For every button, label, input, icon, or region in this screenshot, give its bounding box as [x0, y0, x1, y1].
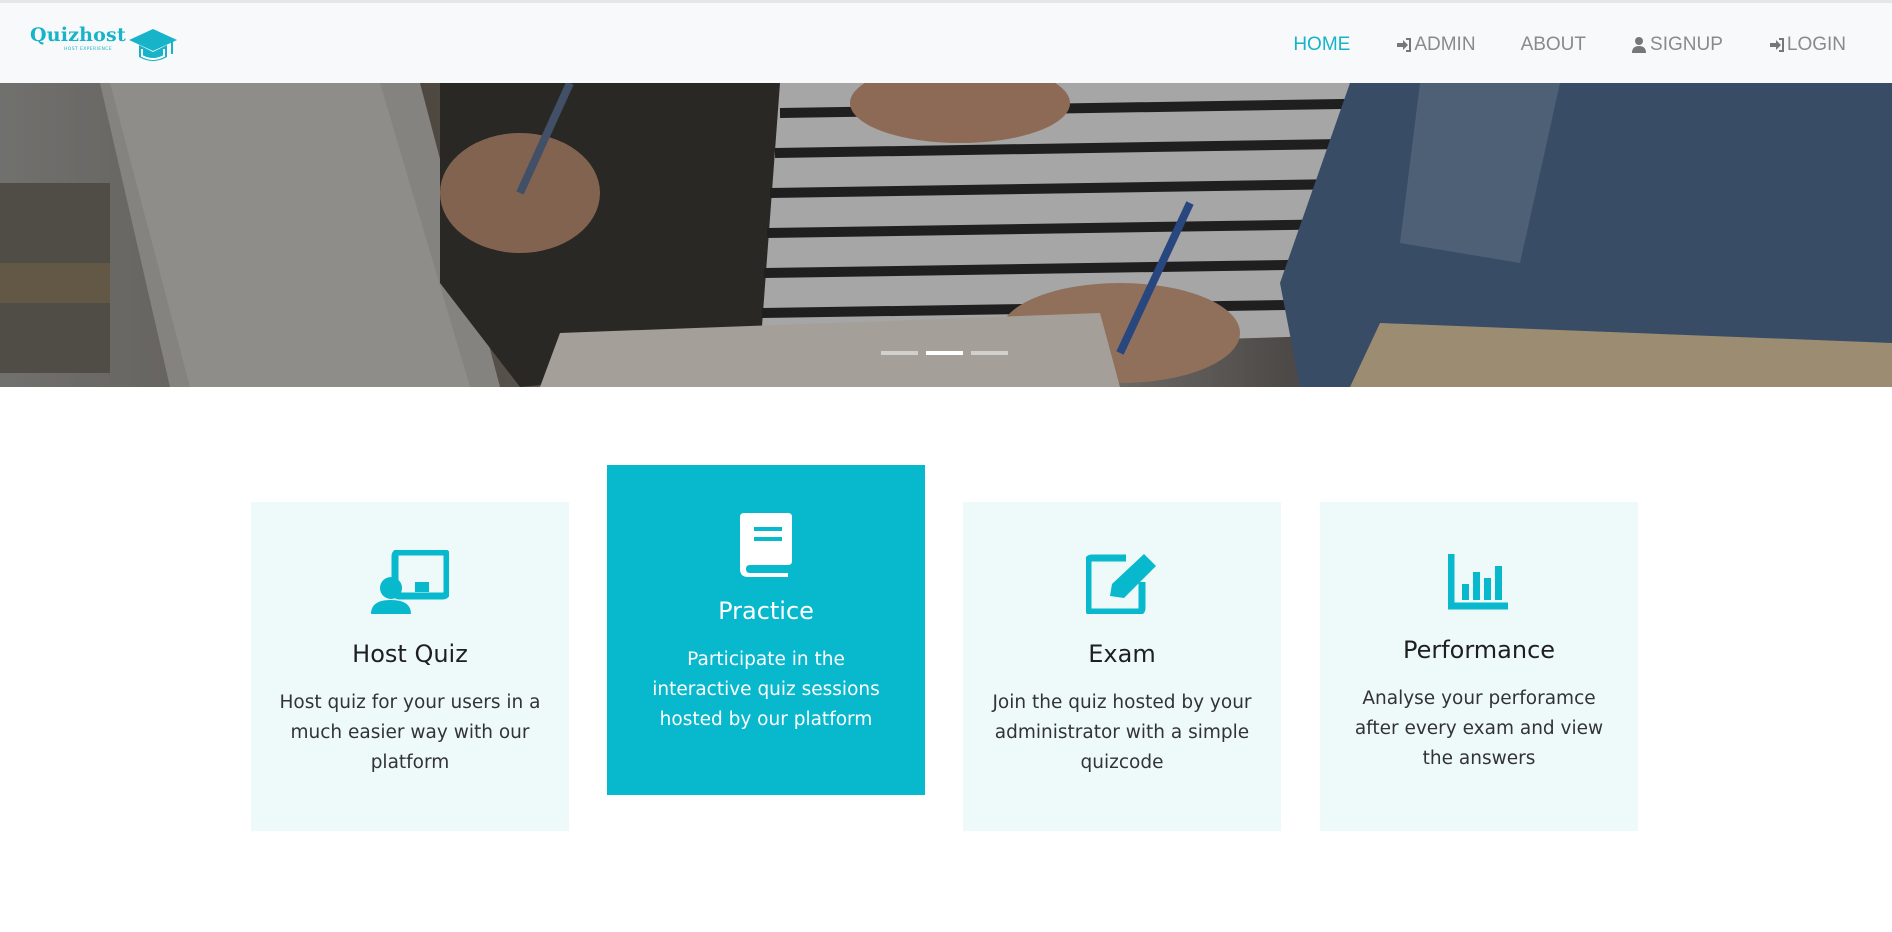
nav-admin[interactable]: ADMIN — [1395, 33, 1476, 56]
nav-login-label: LOGIN — [1786, 33, 1846, 55]
nav-about[interactable]: ABOUT — [1521, 34, 1586, 56]
feature-card-host-quiz[interactable]: Host Quiz Host quiz for your users in a … — [251, 502, 569, 831]
nav-signup[interactable]: SIGNUP — [1631, 34, 1723, 56]
main-nav: HOME ADMIN ABOUT SIGNUP LOGIN — [1248, 3, 1846, 86]
sign-in-icon — [1395, 36, 1413, 54]
carousel-indicator-2[interactable] — [926, 351, 963, 355]
nav-about-label: ABOUT — [1520, 33, 1587, 55]
brand-name: Quizhost — [30, 24, 126, 46]
card-title: Practice — [718, 597, 814, 625]
card-text: Participate in the interactive quiz sess… — [652, 649, 880, 730]
graduation-cap-icon — [128, 29, 177, 61]
card-title: Exam — [1088, 640, 1156, 668]
feature-card-exam[interactable]: Exam Join the quiz hosted by your admini… — [963, 502, 1281, 831]
nav-login[interactable]: LOGIN — [1768, 34, 1846, 56]
hero-carousel[interactable] — [0, 83, 1892, 387]
brand-tagline: HOST EXPERIENCE — [64, 47, 113, 52]
carousel-indicators — [881, 351, 1008, 355]
carousel-indicator-3[interactable] — [971, 351, 1008, 355]
nav-signup-label: SIGNUP — [1650, 33, 1723, 55]
feature-card-practice[interactable]: Practice Participate in the interactive … — [607, 465, 925, 795]
edit-icon — [963, 550, 1281, 614]
nav-home-label: HOME — [1293, 33, 1351, 55]
card-title: Performance — [1402, 636, 1556, 664]
card-text: Host quiz for your users in a much easie… — [279, 692, 541, 773]
card-text: Analyse your perforamce after every exam… — [1354, 688, 1604, 769]
navbar: Quizhost HOST EXPERIENCE HOME ADMIN ABOU… — [0, 0, 1892, 83]
book-icon — [607, 513, 925, 577]
user-icon — [1631, 36, 1649, 54]
nav-admin-label: ADMIN — [1414, 33, 1476, 55]
brand-logo[interactable]: Quizhost HOST EXPERIENCE — [30, 25, 178, 67]
feature-card-performance[interactable]: Performance Analyse your perforamce afte… — [1320, 502, 1638, 831]
card-title: Host Quiz — [352, 640, 468, 668]
bar-chart-icon — [1320, 554, 1638, 610]
sign-in-icon — [1768, 36, 1786, 54]
presentation-icon — [251, 550, 569, 614]
card-text: Join the quiz hosted by your administrat… — [992, 692, 1252, 773]
carousel-indicator-1[interactable] — [881, 351, 918, 355]
nav-home[interactable]: HOME — [1293, 34, 1350, 56]
